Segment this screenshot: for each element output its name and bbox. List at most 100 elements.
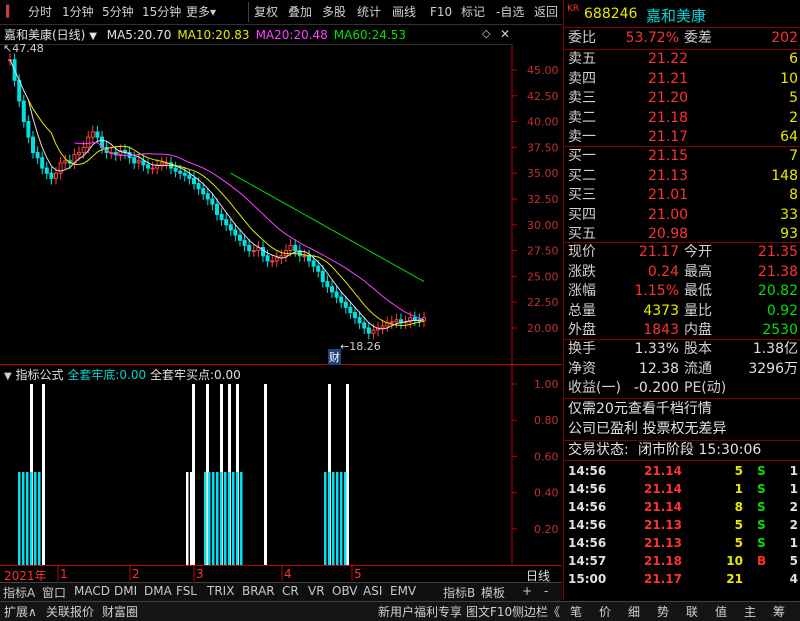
expand-button[interactable]: 扩展∧ [4,603,37,620]
quote-tab-4[interactable]: 联 [686,603,698,620]
stat-label: 换手 [568,341,596,357]
sell-label: 卖二 [568,109,596,126]
candle [150,161,155,175]
sell-level-row: 卖四 21.21 10 [564,70,800,89]
tab-macd[interactable]: MACD [74,584,110,598]
low-price-label: ←18.26 [340,340,381,353]
indicator-bar [186,472,189,565]
ind-tick-label: 0.20 [534,523,559,536]
wealth-circle-button[interactable]: 财富圈 [102,603,138,620]
promo-text[interactable]: 仅需20元查看千档行情 [568,400,712,419]
quote-tab-2[interactable]: 细 [628,603,640,620]
ind-tick-label: 0.60 [534,450,559,463]
tick-price: 21.17 [644,572,682,586]
signal-bar [42,384,45,565]
tab-cr[interactable]: CR [282,584,299,598]
candle [90,125,95,144]
tick-time: 14:56 [568,482,607,496]
candle [146,158,150,175]
tick-direction: S [757,464,766,478]
related-quotes-button[interactable]: 关联报价 [46,603,94,620]
quote-tab-6[interactable]: 主 [744,603,756,620]
quote-tab-3[interactable]: 势 [657,603,669,620]
candle [173,161,178,178]
tab-brar[interactable]: BRAR [242,584,275,598]
buy-volume: 8 [789,187,798,203]
tab-remove[interactable]: - [544,584,548,598]
sidebar-toggle[interactable]: 侧边栏《 [512,603,560,620]
quote-stat-row: 换手 1.33% 股本 1.38亿 [564,340,800,359]
ind-tick-label: 0.80 [534,414,559,427]
weibi-value: 53.72% [625,30,679,46]
tick-row: 14:56 21.14 1 S 1 [564,480,800,499]
buy-price: 21.15 [648,148,689,164]
tick-time: 14:56 [568,536,607,550]
sell-label: 卖一 [568,129,596,145]
tick-row: 14:56 21.13 5 S 1 [564,534,800,553]
tick-direction: B [757,554,767,568]
candle [40,151,45,175]
buy-label: 买四 [568,206,596,223]
candle [251,244,256,257]
indicator-title: ▼ 指标公式 全套牢底:0.00 全套牢买点:0.00 [4,368,241,382]
f10-button[interactable]: 图文F10 [466,603,512,620]
buy-price: 21.13 [648,167,689,184]
quote-stat-row: 外盘 1843 内盘 2530 [564,321,800,340]
y-tick-label: 30.00 [527,219,559,232]
stat-value: 0.92 [766,302,798,319]
stat-label: 内盘 [684,322,712,338]
tab-indicator-a[interactable]: 指标A [3,584,35,601]
stat-label: 最低 [684,283,712,299]
tab-emv[interactable]: EMV [390,584,416,598]
quote-tab-7[interactable]: 筹 [773,603,785,620]
ind-tick-label: 1.00 [534,378,559,391]
kline-chart[interactable]: 45.00 42.50 40.00 37.50 35.00 32.50 30.00 27.50… [0,0,562,582]
candle [261,241,265,262]
quote-tab-5[interactable]: 值 [715,603,727,620]
new-user-promo[interactable]: 新用户福利专享 [378,603,462,620]
y-tick-label: 37.50 [527,141,559,154]
stat-label: 涨跌 [568,263,596,280]
tab-vr[interactable]: VR [308,584,325,598]
candle [297,244,302,262]
stat-label: 量比 [684,302,712,319]
indicator-bar [332,472,335,565]
indicator-bar [212,472,215,565]
indicator-name1: 全套牢底: [67,368,120,382]
stat-value: 1.15% [634,283,679,299]
candle [394,313,399,328]
tab-asi[interactable]: ASI [363,584,382,598]
candle [334,285,339,304]
collapse-icon[interactable]: ▼ [4,371,12,382]
tick-direction: S [757,482,766,496]
indicator-bar [224,472,227,565]
candle [330,280,334,299]
candle [187,169,192,185]
indicator-bar [344,472,347,565]
stat-label: 今开 [684,244,712,260]
tab-template[interactable]: 模板 [481,584,505,601]
tab-window[interactable]: 窗口 [42,584,66,601]
quote-tab-0[interactable]: 笔 [570,603,582,620]
sell-level-row: 卖一 21.17 64 [564,128,800,147]
stat-value: 0.24 [647,263,679,280]
tab-indicator-b[interactable]: 指标B [443,584,475,601]
tab-trix[interactable]: TRIX [207,584,234,598]
stat-value: 21.38 [757,263,798,280]
tab-dma[interactable]: DMA [144,584,172,598]
tick-row: 14:56 21.13 5 S 2 [564,516,800,535]
tab-dmi[interactable]: DMI [114,584,137,598]
quote-tab-1[interactable]: 价 [599,603,611,620]
stat-label: 外盘 [568,322,596,338]
tab-add[interactable]: + [522,584,532,598]
tab-obv[interactable]: OBV [332,584,358,598]
tick-volume: 8 [734,500,743,514]
y-tick-label: 20.00 [527,322,559,335]
tick-time: 14:56 [568,500,607,514]
quote-stat-row: 涨跌 0.24 最高 21.38 [564,263,800,282]
finance-marker[interactable]: 财 [328,349,341,365]
tab-fsl[interactable]: FSL [176,584,197,598]
signal-bar [264,384,267,565]
sell-price: 21.21 [648,70,689,87]
sell-price: 21.17 [648,129,689,145]
